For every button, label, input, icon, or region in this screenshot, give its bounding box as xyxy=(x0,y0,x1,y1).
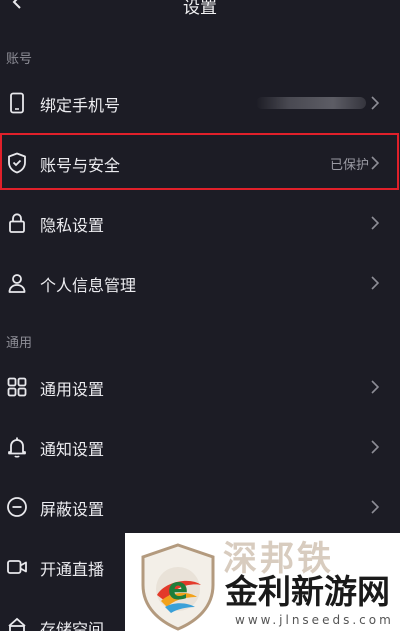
chevron-right-icon xyxy=(371,276,380,290)
settings-item-label: 通用设置 xyxy=(40,380,105,399)
video-icon xyxy=(7,560,27,574)
settings-item-label: 绑定手机号 xyxy=(40,96,121,115)
svg-text:e: e xyxy=(168,572,188,607)
section-label-general: 通用 xyxy=(6,336,33,351)
settings-item-notifications[interactable]: 通知设置 xyxy=(0,417,400,477)
phone-icon xyxy=(10,92,24,114)
watermark-url: www.jlnseeds.com xyxy=(235,613,394,627)
person-icon xyxy=(8,274,26,293)
settings-item-personal-info[interactable]: 个人信息管理 xyxy=(0,253,400,313)
block-icon xyxy=(7,497,27,517)
settings-item-label: 屏蔽设置 xyxy=(40,500,105,519)
grid-icon xyxy=(7,377,27,397)
settings-item-label: 存储空间 xyxy=(40,620,105,631)
watermark-site-name: 金利新游网 xyxy=(225,572,390,611)
settings-item-general[interactable]: 通用设置 xyxy=(0,357,400,417)
chevron-right-icon xyxy=(371,380,380,394)
settings-item-privacy[interactable]: 隐私设置 xyxy=(0,193,400,253)
bell-icon xyxy=(8,437,26,458)
settings-item-block[interactable]: 屏蔽设置 xyxy=(0,477,400,537)
lock-icon xyxy=(9,213,25,233)
chevron-right-icon xyxy=(371,440,380,454)
chevron-right-icon xyxy=(371,96,380,110)
watermark-logo-icon: e xyxy=(141,543,215,631)
settings-item-label: 个人信息管理 xyxy=(40,276,137,295)
settings-item-bind-phone[interactable]: 绑定手机号 xyxy=(0,73,400,133)
chevron-right-icon xyxy=(371,216,380,230)
settings-item-label: 通知设置 xyxy=(40,440,105,459)
phone-number-blurred xyxy=(256,97,366,109)
settings-item-label: 开通直播 xyxy=(40,560,105,579)
highlight-box xyxy=(0,133,399,190)
section-label-account: 账号 xyxy=(6,52,33,67)
storage-icon xyxy=(8,617,26,631)
settings-item-label: 隐私设置 xyxy=(40,216,105,235)
watermark-overlay: e 深邦铁 金利新游网 www.jlnseeds.com xyxy=(125,533,400,631)
chevron-right-icon xyxy=(371,500,380,514)
top-bar: 设置 xyxy=(0,0,400,22)
page-title: 设置 xyxy=(183,0,217,18)
